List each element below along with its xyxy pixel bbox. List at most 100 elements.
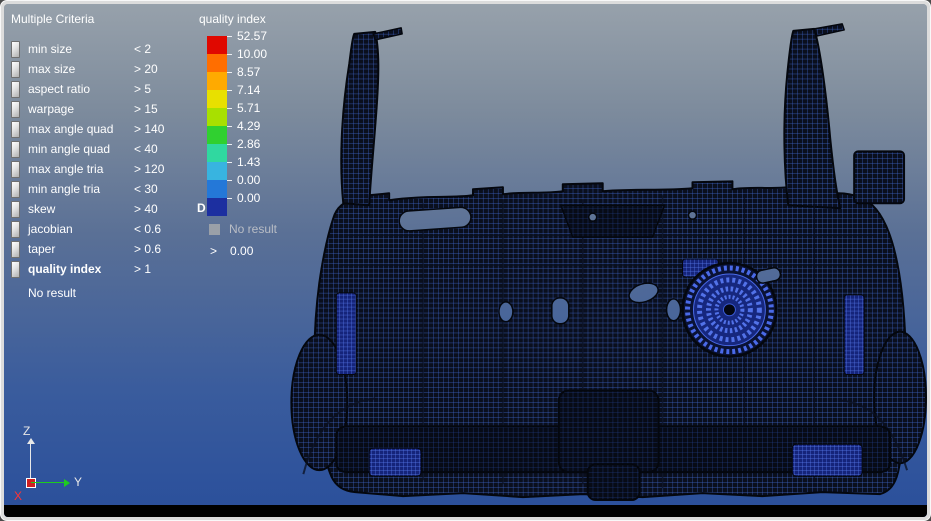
criterion-label: min size bbox=[28, 42, 134, 56]
criterion-label: aspect ratio bbox=[28, 82, 134, 96]
legend-swatch bbox=[207, 180, 227, 198]
criteria-row: aspect ratio> 5 bbox=[11, 79, 197, 99]
legend-value: 1.43 bbox=[237, 155, 260, 169]
criterion-checkbox[interactable] bbox=[11, 221, 20, 238]
legend-over-row: > 0.00 bbox=[210, 244, 317, 258]
legend-value: 4.29 bbox=[237, 119, 260, 133]
criterion-value: < 0.6 bbox=[134, 222, 161, 236]
legend-tick bbox=[227, 198, 232, 199]
axis-y-line bbox=[31, 482, 65, 483]
criterion-label: taper bbox=[28, 242, 134, 256]
legend-tick bbox=[227, 36, 232, 37]
legend-value: 7.14 bbox=[237, 83, 260, 97]
legend-value: 0.00 bbox=[237, 191, 260, 205]
legend-row: 10.00 bbox=[207, 54, 317, 72]
criterion-checkbox[interactable] bbox=[11, 261, 20, 278]
criteria-row: min angle tria< 30 bbox=[11, 179, 197, 199]
axis-triad: Z Y X bbox=[14, 429, 104, 501]
legend-panel: quality index D 52.5710.008.577.145.714.… bbox=[197, 9, 317, 258]
legend-title: quality index bbox=[197, 9, 317, 29]
criterion-checkbox[interactable] bbox=[11, 81, 20, 98]
criterion-label: skew bbox=[28, 202, 134, 216]
criterion-checkbox[interactable] bbox=[11, 201, 20, 218]
legend-no-result-swatch bbox=[209, 224, 220, 235]
legend-default-marker: D bbox=[197, 201, 206, 215]
legend-swatch bbox=[207, 144, 227, 162]
legend-swatch bbox=[207, 90, 227, 108]
criterion-value: > 40 bbox=[134, 202, 158, 216]
axis-x-label: X bbox=[14, 489, 22, 503]
criterion-checkbox[interactable] bbox=[11, 121, 20, 138]
exhaust-recess bbox=[588, 464, 640, 500]
legend-value: 0.00 bbox=[237, 173, 260, 187]
legend-tick bbox=[227, 126, 232, 127]
criterion-checkbox[interactable] bbox=[11, 181, 20, 198]
legend-swatch bbox=[207, 198, 227, 216]
legend-tick bbox=[227, 180, 232, 181]
3d-viewport[interactable]: Multiple Criteria min size< 2max size> 2… bbox=[4, 4, 927, 517]
criterion-checkbox[interactable] bbox=[11, 101, 20, 118]
criterion-value: < 30 bbox=[134, 182, 158, 196]
legend-value: 52.57 bbox=[237, 29, 267, 43]
criterion-value: > 0.6 bbox=[134, 242, 161, 256]
criterion-label: warpage bbox=[28, 102, 134, 116]
criterion-checkbox[interactable] bbox=[11, 241, 20, 258]
criterion-label: min angle tria bbox=[28, 182, 134, 196]
legend-swatch bbox=[207, 54, 227, 72]
legend-value: 5.71 bbox=[237, 101, 260, 115]
legend-value: 8.57 bbox=[237, 65, 260, 79]
legend-row: 0.00 bbox=[207, 180, 317, 198]
criteria-row: jacobian< 0.6 bbox=[11, 219, 197, 239]
legend-row: 5.71 bbox=[207, 108, 317, 126]
axis-origin bbox=[26, 478, 36, 488]
criteria-title: Multiple Criteria bbox=[11, 9, 197, 29]
legend-tick bbox=[227, 144, 232, 145]
criterion-label: jacobian bbox=[28, 222, 134, 236]
center-recess bbox=[559, 390, 659, 472]
criterion-checkbox[interactable] bbox=[11, 141, 20, 158]
criterion-label: quality index bbox=[28, 262, 134, 276]
axis-y-label: Y bbox=[74, 475, 82, 489]
legend-bar: D 52.5710.008.577.145.714.292.861.430.00… bbox=[207, 36, 317, 216]
legend-row: 2.86 bbox=[207, 144, 317, 162]
criteria-row: min size< 2 bbox=[11, 39, 197, 59]
legend-swatch bbox=[207, 108, 227, 126]
legend-swatch bbox=[207, 72, 227, 90]
legend-row: 8.57 bbox=[207, 72, 317, 90]
legend-no-result-label: No result bbox=[229, 222, 277, 236]
criterion-checkbox[interactable] bbox=[11, 161, 20, 178]
legend-row: 4.29 bbox=[207, 126, 317, 144]
criterion-value: > 120 bbox=[134, 162, 164, 176]
legend-row: 1.43 bbox=[207, 162, 317, 180]
criteria-row: max angle quad> 140 bbox=[11, 119, 197, 139]
criteria-row: max angle tria> 120 bbox=[11, 159, 197, 179]
window-frame: Multiple Criteria min size< 2max size> 2… bbox=[0, 0, 931, 521]
top-recess bbox=[561, 205, 665, 237]
legend-value: 10.00 bbox=[237, 47, 267, 61]
legend-tick bbox=[227, 108, 232, 109]
legend-tick bbox=[227, 162, 232, 163]
legend-value: 2.86 bbox=[237, 137, 260, 151]
legend-tick bbox=[227, 72, 232, 73]
legend-row: 7.14 bbox=[207, 90, 317, 108]
axis-y-arrow-icon bbox=[64, 479, 70, 487]
criterion-value: > 20 bbox=[134, 62, 158, 76]
legend-swatch bbox=[207, 162, 227, 180]
legend-row: 0.00 bbox=[207, 198, 317, 216]
criterion-label: max angle quad bbox=[28, 122, 134, 136]
criterion-label: max size bbox=[28, 62, 134, 76]
legend-no-result-row: No result bbox=[209, 222, 317, 236]
criteria-no-result-label: No result bbox=[11, 283, 197, 303]
legend-swatch bbox=[207, 126, 227, 144]
criteria-panel: Multiple Criteria min size< 2 max size> 2… bbox=[11, 9, 197, 303]
criterion-checkbox[interactable] bbox=[11, 61, 20, 78]
criterion-value: > 15 bbox=[134, 102, 158, 116]
criteria-row: quality index> 1 bbox=[11, 259, 197, 279]
legend-over-marker: > bbox=[210, 244, 217, 258]
criterion-value: < 40 bbox=[134, 142, 158, 156]
criteria-list: min size< 2 max size> 20 aspect ratio> 5 wa… bbox=[11, 39, 197, 279]
criteria-row: taper> 0.6 bbox=[11, 239, 197, 259]
legend-swatch bbox=[207, 36, 227, 54]
criterion-checkbox[interactable] bbox=[11, 41, 20, 58]
criteria-row: skew> 40 bbox=[11, 199, 197, 219]
